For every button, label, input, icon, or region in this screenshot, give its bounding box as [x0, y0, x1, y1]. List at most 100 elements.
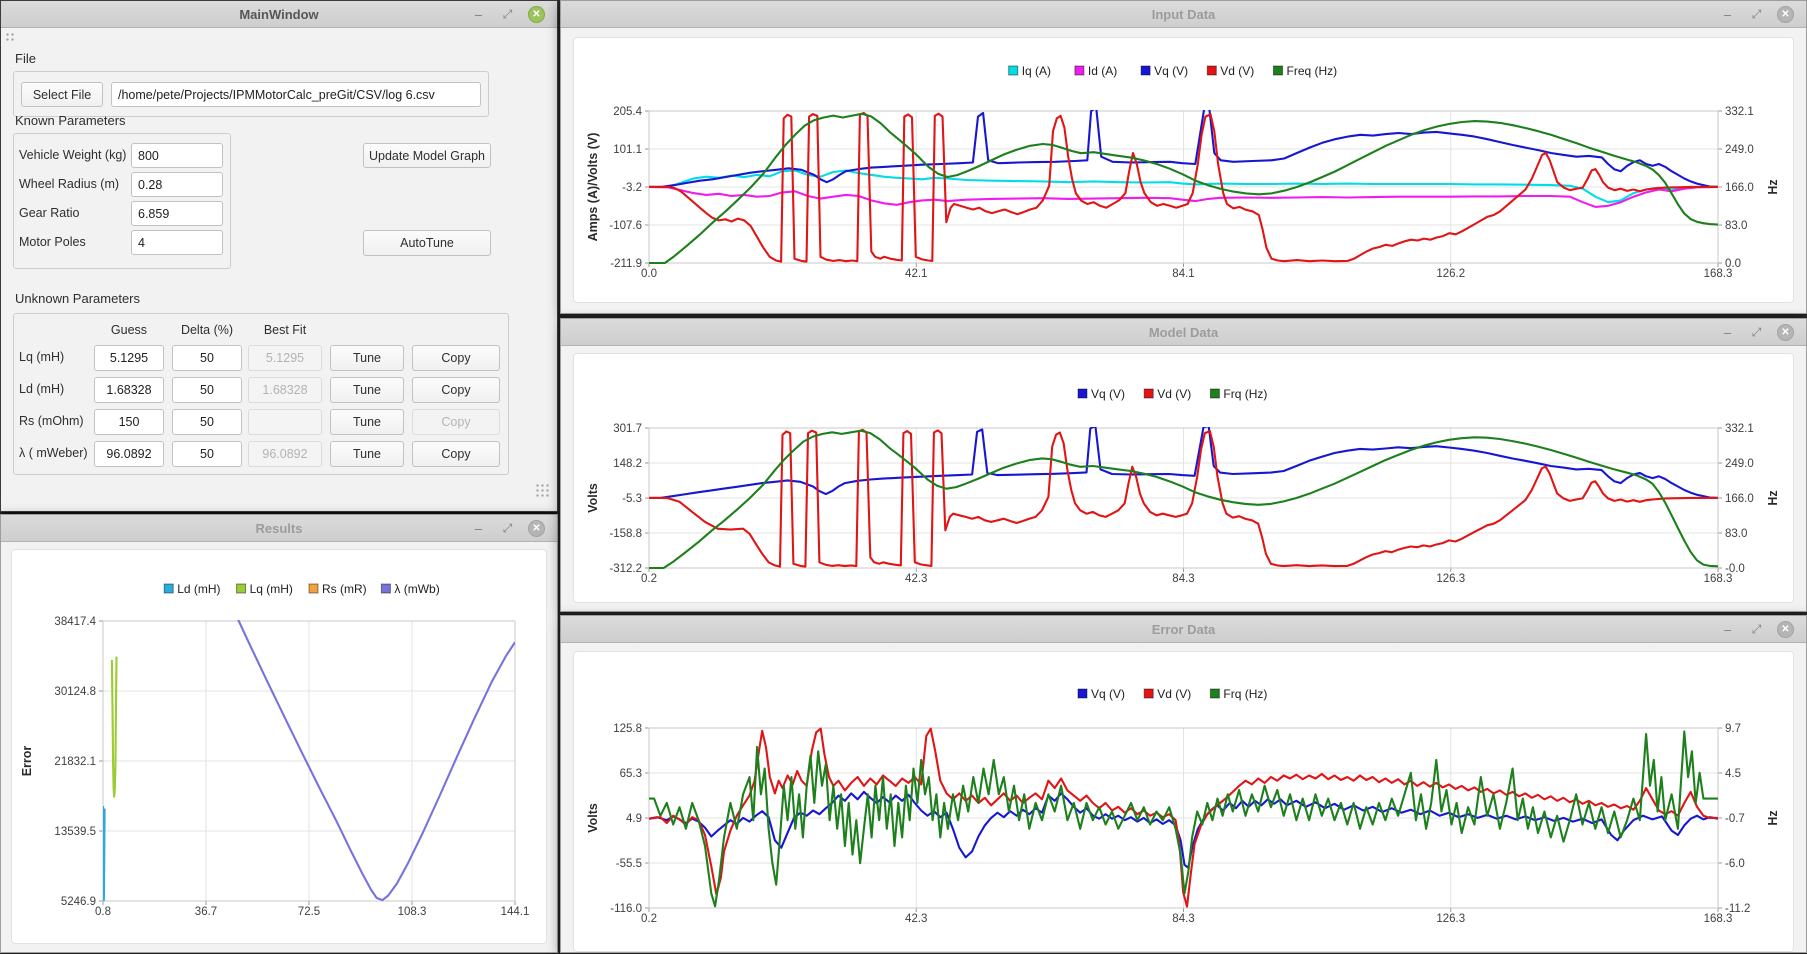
svg-text:-5.3: -5.3	[622, 493, 642, 505]
svg-text:38417.4: 38417.4	[54, 616, 96, 628]
update-model-graph-button[interactable]: Update Model Graph	[363, 143, 491, 168]
svg-text:21832.1: 21832.1	[54, 756, 96, 768]
lambda-tune-button[interactable]: Tune	[330, 441, 404, 467]
lq-guess-input[interactable]	[94, 345, 164, 371]
close-icon[interactable]: ✕	[528, 520, 545, 537]
svg-text:Vq (V): Vq (V)	[1091, 387, 1125, 401]
chart-legend: Vq (V)Vd (V)Frq (Hz)	[1078, 687, 1267, 701]
lq-row-label: Lq (mH)	[19, 350, 64, 364]
rs-delta-input[interactable]	[172, 409, 242, 435]
svg-text:249.0: 249.0	[1725, 458, 1754, 470]
lambda-copy-button[interactable]: Copy	[412, 441, 500, 467]
svg-text:Hz: Hz	[1766, 490, 1780, 505]
error-data-window: Error Data – ⤢ ✕ 0.242.384.3126.3168.312…	[560, 615, 1807, 953]
svg-text:λ (mWb): λ (mWb)	[394, 582, 439, 596]
minimize-icon[interactable]: –	[470, 520, 487, 537]
svg-text:Hz: Hz	[1766, 810, 1780, 825]
svg-text:249.0: 249.0	[1725, 144, 1754, 156]
ld-guess-input[interactable]	[94, 377, 164, 403]
input-data-chart: 0.042.184.1126.2168.3205.4101.1-3.2-107.…	[561, 28, 1807, 315]
minimize-icon[interactable]: –	[1719, 324, 1736, 341]
restore-icon[interactable]: ⤢	[499, 520, 516, 537]
resize-grip[interactable]	[535, 483, 551, 499]
svg-text:13539.5: 13539.5	[54, 826, 96, 838]
svg-text:-6.0: -6.0	[1725, 858, 1745, 870]
svg-text:Volts: Volts	[586, 803, 600, 833]
svg-text:126.3: 126.3	[1436, 913, 1465, 925]
select-file-button[interactable]: Select File	[21, 82, 103, 107]
close-icon[interactable]: ✕	[1777, 324, 1794, 341]
svg-text:84.1: 84.1	[1172, 268, 1194, 280]
ld-tune-button[interactable]: Tune	[330, 377, 404, 403]
input-data-window: Input Data – ⤢ ✕ 0.042.184.1126.2168.320…	[560, 0, 1807, 314]
svg-text:332.1: 332.1	[1725, 423, 1754, 435]
lq-tune-button[interactable]: Tune	[330, 345, 404, 371]
input-data-titlebar[interactable]: Input Data – ⤢ ✕	[561, 1, 1806, 28]
chart-legend: Ld (mH)Lq (mH)Rs (mR)λ (mWb)	[164, 582, 440, 596]
lq-delta-input[interactable]	[172, 345, 242, 371]
known-parameters-label: Known Parameters	[15, 113, 126, 128]
svg-text:83.0: 83.0	[1725, 220, 1747, 232]
results-chart: 0.836.772.5108.3144.138417.430124.821832…	[1, 542, 559, 954]
svg-text:84.3: 84.3	[1172, 573, 1194, 585]
svg-text:148.2: 148.2	[613, 458, 642, 470]
error-data-titlebar[interactable]: Error Data – ⤢ ✕	[561, 616, 1806, 643]
file-path-input[interactable]	[111, 82, 481, 107]
model-data-window: Model Data – ⤢ ✕ 0.242.384.3126.3168.330…	[560, 318, 1807, 612]
close-icon[interactable]: ✕	[1777, 6, 1794, 23]
svg-text:84.3: 84.3	[1172, 913, 1194, 925]
rs-guess-input[interactable]	[94, 409, 164, 435]
autotune-button[interactable]: AutoTune	[363, 230, 491, 256]
close-icon[interactable]: ✕	[1777, 621, 1794, 638]
restore-icon[interactable]: ⤢	[1748, 6, 1765, 23]
svg-text:Freq (Hz): Freq (Hz)	[1287, 64, 1338, 78]
svg-text:0.2: 0.2	[641, 573, 657, 585]
svg-text:0.0: 0.0	[641, 268, 657, 280]
lq-copy-button[interactable]: Copy	[412, 345, 500, 371]
main-window: MainWindow – ⤢ ✕ File Select File Known …	[0, 0, 558, 512]
svg-text:301.7: 301.7	[613, 423, 642, 435]
delta-header: Delta (%)	[181, 323, 233, 337]
svg-text:4.5: 4.5	[1725, 768, 1741, 780]
svg-text:9.7: 9.7	[1725, 723, 1741, 735]
gear-ratio-input[interactable]	[131, 201, 223, 226]
toolbar-drag-handle[interactable]	[5, 32, 14, 42]
results-window: Results – ⤢ ✕ 0.836.772.5108.3144.138417…	[0, 514, 558, 953]
lq-best-fit-field	[248, 345, 322, 371]
svg-text:205.4: 205.4	[613, 106, 642, 118]
motor-poles-input[interactable]	[131, 230, 223, 255]
ld-delta-input[interactable]	[172, 377, 242, 403]
svg-text:Lq (mH): Lq (mH)	[250, 582, 293, 596]
lambda-guess-input[interactable]	[94, 441, 164, 467]
svg-text:0.0: 0.0	[1725, 258, 1741, 270]
error-data-title: Error Data	[561, 616, 1806, 643]
svg-text:Rs (mR): Rs (mR)	[322, 582, 367, 596]
rs-tune-button[interactable]: Tune	[330, 409, 404, 435]
svg-text:Id (A): Id (A)	[1088, 64, 1117, 78]
svg-text:166.0: 166.0	[1725, 182, 1754, 194]
minimize-icon[interactable]: –	[1719, 6, 1736, 23]
svg-text:108.3: 108.3	[398, 906, 427, 918]
svg-text:Vq (V): Vq (V)	[1154, 64, 1188, 78]
svg-text:-107.6: -107.6	[609, 220, 642, 232]
svg-text:126.3: 126.3	[1436, 573, 1465, 585]
restore-icon[interactable]: ⤢	[1748, 324, 1765, 341]
wheel-radius-label: Wheel Radius (m)	[19, 177, 119, 191]
minimize-icon[interactable]: –	[1719, 621, 1736, 638]
model-data-titlebar[interactable]: Model Data – ⤢ ✕	[561, 319, 1806, 346]
main-window-titlebar[interactable]: MainWindow – ⤢ ✕	[1, 1, 557, 28]
results-titlebar[interactable]: Results – ⤢ ✕	[1, 515, 557, 542]
close-icon[interactable]: ✕	[528, 6, 545, 23]
svg-text:-11.2: -11.2	[1725, 903, 1750, 915]
restore-icon[interactable]: ⤢	[499, 6, 516, 23]
svg-text:36.7: 36.7	[195, 906, 217, 918]
lambda-delta-input[interactable]	[172, 441, 242, 467]
rs-row-label: Rs (mOhm)	[19, 414, 84, 428]
restore-icon[interactable]: ⤢	[1748, 621, 1765, 638]
ld-best-fit-field	[248, 377, 322, 403]
svg-text:-158.8: -158.8	[609, 528, 642, 540]
ld-copy-button[interactable]: Copy	[412, 377, 500, 403]
wheel-radius-input[interactable]	[131, 172, 223, 197]
vehicle-weight-input[interactable]	[131, 143, 223, 168]
minimize-icon[interactable]: –	[470, 6, 487, 23]
